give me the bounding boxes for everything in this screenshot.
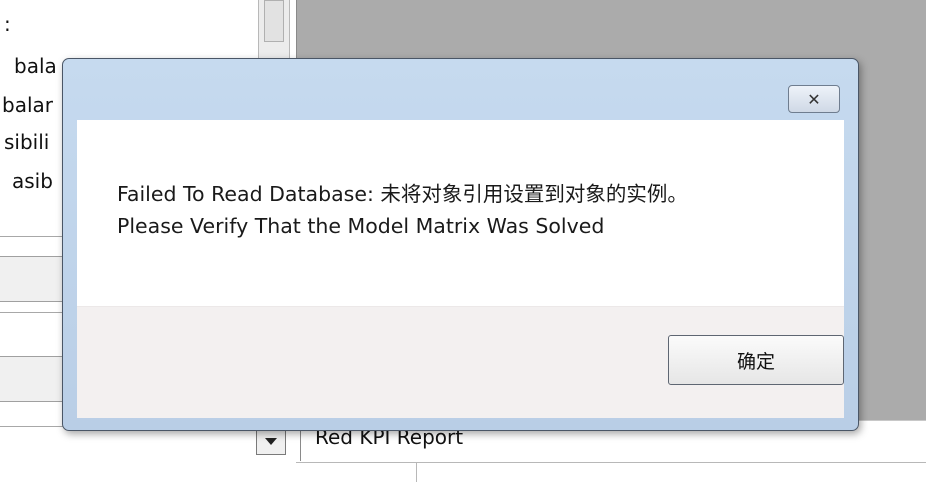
scrollbar-thumb[interactable] xyxy=(264,0,284,42)
error-dialog: ✕ Failed To Read Database: 未将对象引用设置到对象的实… xyxy=(62,58,859,431)
list-item-label: : xyxy=(4,12,11,36)
ok-button[interactable]: 确定 xyxy=(668,335,844,385)
list-item-label: sibili xyxy=(4,130,50,154)
list-item-label: bala xyxy=(14,54,57,78)
error-message-line-2: Please Verify That the Model Matrix Was … xyxy=(117,214,605,238)
message-area: Failed To Read Database: 未将对象引用设置到对象的实例。… xyxy=(77,120,844,306)
list-item[interactable]: : xyxy=(0,6,258,42)
bottom-table-row xyxy=(296,462,926,482)
dialog-body: Failed To Read Database: 未将对象引用设置到对象的实例。… xyxy=(77,120,844,418)
close-button[interactable]: ✕ xyxy=(788,85,840,113)
cell-divider xyxy=(416,463,417,482)
screen: : bala balar sibili asib Red KPI Report … xyxy=(0,0,926,482)
close-icon: ✕ xyxy=(807,89,821,109)
list-item-label: balar xyxy=(2,93,53,117)
dialog-titlebar[interactable]: ✕ xyxy=(63,59,858,119)
error-message-line-1: Failed To Read Database: 未将对象引用设置到对象的实例。 xyxy=(117,182,688,206)
button-area: 确定 xyxy=(77,306,844,418)
list-item-label: asib xyxy=(12,169,53,193)
